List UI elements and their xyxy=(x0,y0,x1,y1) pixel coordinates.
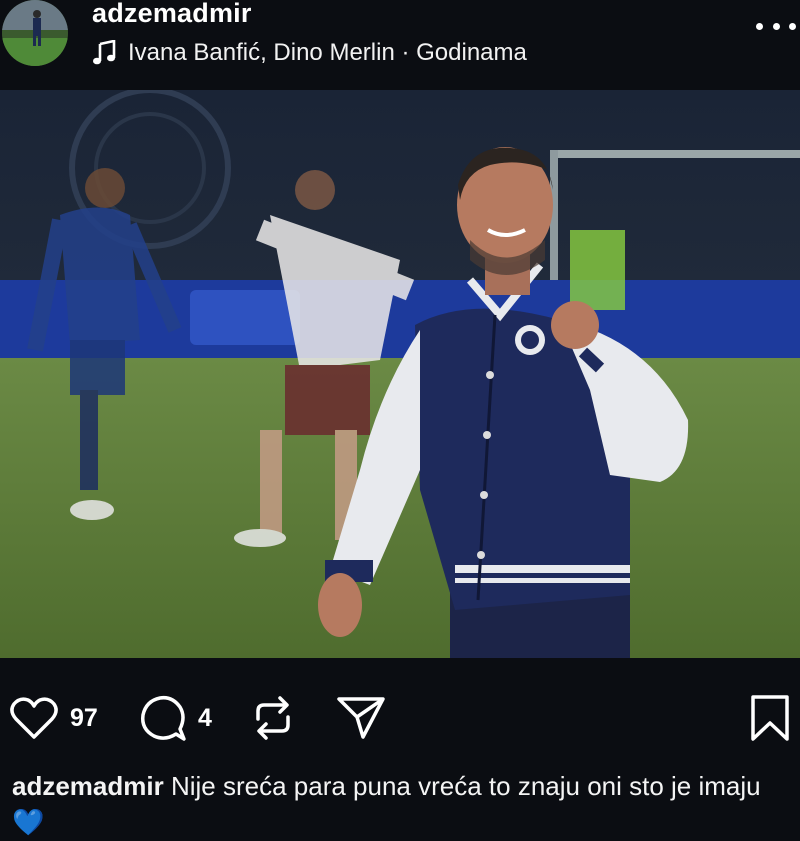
repost-icon xyxy=(256,696,290,740)
post-header: adzemadmir Ivana Banfić, Dino Merlin · G… xyxy=(0,0,800,88)
repost-button[interactable] xyxy=(250,690,296,746)
music-attribution[interactable]: Ivana Banfić, Dino Merlin · Godinama xyxy=(92,38,527,68)
comment-button[interactable]: 4 xyxy=(138,690,212,746)
post-username[interactable]: adzemadmir xyxy=(92,0,252,29)
music-label: Ivana Banfić, Dino Merlin · Godinama xyxy=(128,39,527,66)
avatar-image xyxy=(2,0,68,66)
share-button[interactable] xyxy=(335,690,387,746)
comment-count[interactable]: 4 xyxy=(198,704,212,733)
caption-text: Nije sreća para puna vreća to znaju oni … xyxy=(170,771,761,801)
send-icon xyxy=(337,697,385,739)
more-options-icon[interactable] xyxy=(756,14,796,38)
heart-icon xyxy=(10,697,58,739)
like-count[interactable]: 97 xyxy=(70,704,98,733)
comment-icon xyxy=(140,695,186,741)
post-caption: adzemadmir Nije sreća para puna vreća to… xyxy=(12,768,782,840)
avatar[interactable] xyxy=(2,0,68,66)
blue-heart-emoji: 💙 xyxy=(12,807,45,837)
post-photo[interactable] xyxy=(0,90,800,658)
bookmark-icon xyxy=(751,695,789,741)
save-button[interactable] xyxy=(748,690,792,746)
caption-username[interactable]: adzemadmir xyxy=(12,771,164,801)
action-bar: 97 4 xyxy=(0,690,800,746)
music-note-icon xyxy=(93,40,116,65)
post-image xyxy=(0,90,800,658)
like-button[interactable]: 97 xyxy=(8,690,98,746)
